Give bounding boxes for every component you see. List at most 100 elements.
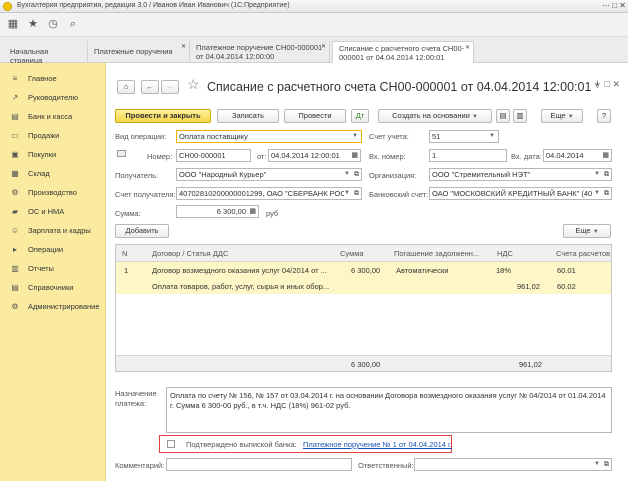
number-field[interactable]: СН00-000001 xyxy=(176,149,251,162)
bank-confirmed-checkbox[interactable] xyxy=(167,440,175,448)
more-label: Еще xyxy=(550,111,566,120)
tab-home[interactable]: Начальная страница xyxy=(4,41,88,65)
open-link-icon[interactable]: ⧉ xyxy=(604,188,609,199)
recipient-value: ООО "Народный Курьер" xyxy=(179,170,267,179)
open-link-icon[interactable]: ⧉ xyxy=(354,188,359,199)
favorites-star-icon[interactable]: ★ xyxy=(26,17,40,31)
tab-close-icon[interactable]: ✕ xyxy=(465,44,470,53)
operation-type-select[interactable]: Оплата поставщику ▼ xyxy=(176,130,362,143)
organization-value: ООО "Стремительный НЭТ" xyxy=(432,170,531,179)
open-link-icon[interactable]: ⧉ xyxy=(354,169,359,180)
back-button[interactable]: ← xyxy=(141,80,159,94)
sidebar-item-label: Отчеты xyxy=(28,264,54,273)
help-button[interactable]: ? xyxy=(597,109,611,123)
page-title: Списание с расчетного счета СН00-000001 … xyxy=(207,80,600,94)
sidebar-item-main[interactable]: ≡ Главное xyxy=(0,70,106,88)
open-link-icon[interactable]: ⧉ xyxy=(604,459,609,470)
sidebar-item-reports[interactable]: ▥ Отчеты xyxy=(0,260,106,278)
sidebar-item-manager[interactable]: ↗ Руководителю xyxy=(0,89,106,107)
tab-close-icon[interactable]: ✕ xyxy=(181,43,186,52)
tab-payment-order[interactable]: Платежное поручение СН00-000001 от 04.04… xyxy=(190,41,330,63)
column-header-accounts: Счета расчетов xyxy=(556,249,611,258)
create-based-on-button[interactable]: Создать на основании ▼ xyxy=(378,109,492,123)
column-header-repayment: Погашение задолженн... xyxy=(394,249,480,258)
sidebar-item-admin[interactable]: ⚙ Администрирование xyxy=(0,298,106,316)
sidebar-item-operations[interactable]: ▸ Операции xyxy=(0,241,106,259)
search-icon[interactable]: ⌕ xyxy=(66,17,80,31)
dt-kt-button[interactable]: Дт xyxy=(351,109,369,123)
attach-button[interactable]: ▥ xyxy=(513,109,527,123)
row-number: 1 xyxy=(124,266,129,275)
table-more-button[interactable]: Еще ▼ xyxy=(563,224,611,238)
date-field[interactable]: 04.04.2014 12:00:01 ▦ xyxy=(268,149,361,162)
tab-bank-writeoff[interactable]: Списание с расчетного счета СН00-000001 … xyxy=(332,41,474,63)
open-link-icon[interactable]: ⧉ xyxy=(604,169,609,180)
incoming-number-label: Вх. номер: xyxy=(369,152,406,161)
recipient-account-label: Счет получателя: xyxy=(115,190,176,199)
incoming-date-label: Вх. дата: xyxy=(511,152,542,161)
sidebar-item-production[interactable]: ⚙ Производство xyxy=(0,184,106,202)
incoming-date-field[interactable]: 04.04.2014 ▦ xyxy=(543,149,612,162)
history-clock-icon[interactable]: ◷ xyxy=(46,17,60,31)
tab-close-icon[interactable]: ✕ xyxy=(321,43,326,52)
home-button[interactable]: ⌂ xyxy=(117,80,135,94)
calculator-icon[interactable]: ▦ xyxy=(249,206,256,217)
post-and-close-button[interactable]: Провести и закрыть xyxy=(115,109,211,123)
sidebar-item-references[interactable]: ▤ Справочники xyxy=(0,279,106,297)
bank-account-field[interactable]: ОАО "МОСКОВСКИЙ КРЕДИТНЫЙ БАНК" (40 ▼ ⧉ xyxy=(429,187,612,200)
sidebar-item-label: ОС и НМА xyxy=(28,207,65,216)
apps-grid-icon[interactable]: ▦ xyxy=(6,17,20,31)
table-footer: 6 300,00 961,02 xyxy=(116,355,611,371)
more-button[interactable]: Еще ▼ xyxy=(541,109,583,123)
sidebar-item-warehouse[interactable]: ▦ Склад xyxy=(0,165,106,183)
account-field[interactable]: 51 ▼ xyxy=(429,130,499,143)
sidebar-item-label: Руководителю xyxy=(28,93,79,102)
organization-field[interactable]: ООО "Стремительный НЭТ" ▼ ⧉ xyxy=(429,168,612,181)
print-button[interactable]: ▤ xyxy=(496,109,510,123)
create-based-label: Создать на основании xyxy=(392,111,470,120)
home-icon: ⌂ xyxy=(123,82,129,91)
arrow-left-icon: ← xyxy=(146,82,154,91)
responsible-field[interactable]: ▼ ⧉ xyxy=(414,458,612,471)
save-button[interactable]: Записать xyxy=(217,109,279,123)
truck-icon: ▰ xyxy=(11,207,19,216)
date-value: 04.04.2014 12:00:01 xyxy=(271,151,340,160)
row-account: 60.01 xyxy=(557,266,576,275)
favorite-star-icon[interactable]: ☆ xyxy=(187,76,200,93)
incoming-number-field[interactable]: 1 xyxy=(429,149,507,162)
dropdown-arrow-icon: ▼ xyxy=(594,188,600,199)
sidebar-item-assets[interactable]: ▰ ОС и НМА xyxy=(0,203,106,221)
recipient-account-field[interactable]: 40702810200000001299, ОАО "СБЕРБАНК РОС ▼… xyxy=(176,187,362,200)
sidebar-item-bank[interactable]: ▤ Банк и касса xyxy=(0,108,106,126)
forward-button[interactable]: → xyxy=(161,80,179,94)
recipient-field[interactable]: ООО "Народный Курьер" ▼ ⧉ xyxy=(176,168,362,181)
sidebar-item-purchases[interactable]: ▣ Покупки xyxy=(0,146,106,164)
sidebar-item-label: Банк и касса xyxy=(28,112,73,121)
comment-field[interactable] xyxy=(166,458,352,471)
sum-field[interactable]: 6 300,00 ▦ xyxy=(176,205,259,218)
sidebar-item-payroll[interactable]: ☺ Зарплата и кадры xyxy=(0,222,106,240)
window-controls[interactable]: ⋯ □ ✕ xyxy=(602,1,626,10)
sidebar-item-label: Администрирование xyxy=(28,302,100,311)
table-row[interactable]: 1 Договор возмездного оказания услуг 04/… xyxy=(116,262,611,294)
payment-decoding-table: N Договор / Статья ДДС Сумма Погашение з… xyxy=(115,244,612,372)
sum-value: 6 300,00 xyxy=(216,207,246,216)
tab-payment-orders[interactable]: Платежные поручения ✕ xyxy=(88,41,190,63)
table-header: N Договор / Статья ДДС Сумма Погашение з… xyxy=(116,245,611,262)
number-edit-icon[interactable] xyxy=(117,150,126,157)
arrow-right-icon: → xyxy=(166,82,174,91)
footer-sum: 6 300,00 xyxy=(351,360,381,369)
payment-purpose-textarea[interactable]: Оплата по счету № 156, № 157 от 03.04.20… xyxy=(166,387,612,433)
payment-order-link[interactable]: Платежное поручение № 1 от 04.04.2014 г. xyxy=(303,440,452,449)
operations-icon: ▸ xyxy=(12,245,17,254)
row-sum: 6 300,00 xyxy=(351,266,381,275)
post-button[interactable]: Провести xyxy=(284,109,346,123)
sidebar-item-sales[interactable]: ▭ Продажи xyxy=(0,127,106,145)
bank-confirmation-group: Подтверждено выпиской банка: Платежное п… xyxy=(159,435,452,453)
recipient-label: Получатель: xyxy=(115,171,159,180)
form-window-controls[interactable]: ⋮ □ ✕ xyxy=(593,79,620,90)
incoming-date-value: 04.04.2014 xyxy=(546,151,584,160)
calendar-icon[interactable]: ▦ xyxy=(602,150,609,161)
calendar-icon[interactable]: ▦ xyxy=(351,150,358,161)
add-row-button[interactable]: Добавить xyxy=(115,224,169,238)
